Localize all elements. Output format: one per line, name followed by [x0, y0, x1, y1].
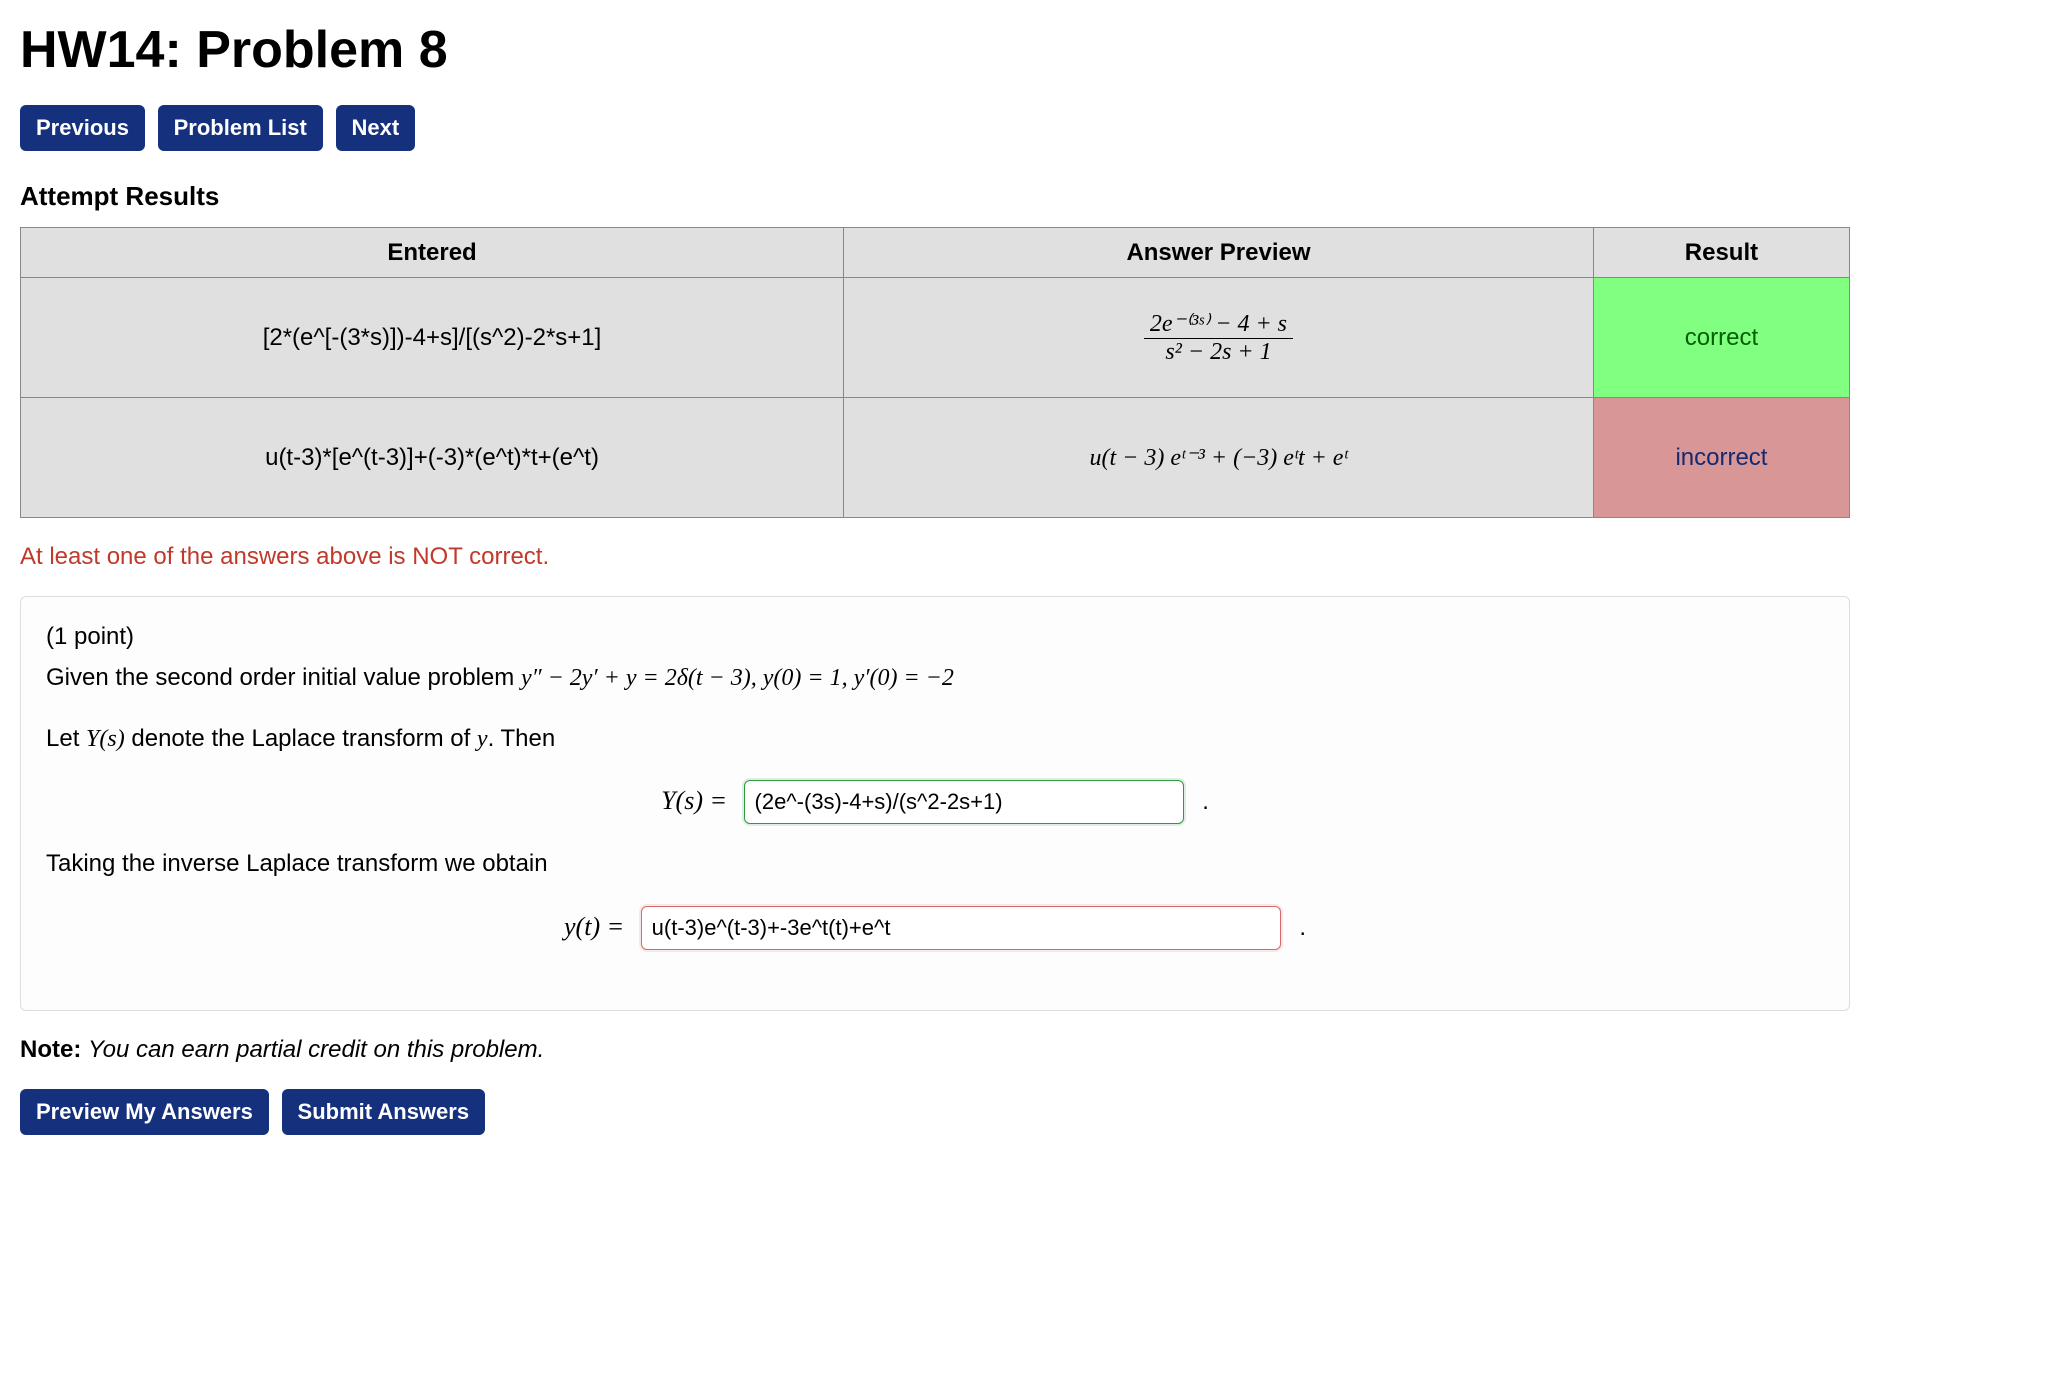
preview-cell: 2e⁻⁽³ˢ⁾ − 4 + s s² − 2s + 1: [844, 278, 1594, 398]
nav-buttons: Previous Problem List Next: [20, 105, 2026, 151]
submit-answers-button[interactable]: Submit Answers: [282, 1089, 486, 1135]
problem-line2-math-Ys: Y(s): [86, 726, 125, 752]
result-cell-incorrect: incorrect: [1593, 398, 1849, 518]
previous-button[interactable]: Previous: [20, 105, 145, 151]
col-header-entered: Entered: [21, 228, 844, 278]
problem-line2-math-y: y: [477, 726, 488, 752]
yt-input[interactable]: [641, 906, 1281, 950]
problem-line2e: . Then: [488, 725, 556, 752]
problem-line3: Taking the inverse Laplace transform we …: [46, 844, 1824, 885]
result-cell-correct: correct: [1593, 278, 1849, 398]
col-header-result: Result: [1593, 228, 1849, 278]
note-line: Note: You can earn partial credit on thi…: [20, 1036, 2026, 1064]
problem-line2a: Let: [46, 725, 86, 752]
note-bold: Note:: [20, 1036, 81, 1063]
entered-cell: [2*(e^[-(3*s)])-4+s]/[(s^2)-2*s+1]: [21, 278, 844, 398]
ys-input[interactable]: [744, 780, 1184, 824]
action-buttons: Preview My Answers Submit Answers: [20, 1089, 2026, 1135]
preview-answers-button[interactable]: Preview My Answers: [20, 1089, 269, 1135]
problem-statement: (1 point) Given the second order initial…: [20, 596, 1850, 1011]
eq2-period: .: [1299, 914, 1306, 941]
table-row: u(t-3)*[e^(t-3)]+(-3)*(e^t)*t+(e^t) u(t …: [21, 398, 1850, 518]
eq1-period: .: [1202, 788, 1209, 815]
page-title: HW14: Problem 8: [20, 20, 2026, 80]
col-header-preview: Answer Preview: [844, 228, 1594, 278]
next-button[interactable]: Next: [336, 105, 416, 151]
problem-line1-math: y″ − 2y′ + y = 2δ(t − 3), y(0) = 1, y′(0…: [521, 665, 954, 691]
preview-denominator: s² − 2s + 1: [1144, 339, 1293, 366]
problem-line1a: Given the second order initial value pro…: [46, 664, 521, 691]
problem-line2c: denote the Laplace transform of: [125, 725, 477, 752]
eq2-label: y(t) =: [564, 912, 631, 941]
warning-text: At least one of the answers above is NOT…: [20, 543, 2026, 571]
points-label: (1 point): [46, 623, 134, 650]
results-table: Entered Answer Preview Result [2*(e^[-(3…: [20, 227, 1850, 518]
preview-flat: u(t − 3) eᵗ⁻³ + (−3) eᵗt + eᵗ: [1089, 445, 1347, 471]
note-text: You can earn partial credit on this prob…: [88, 1036, 544, 1063]
table-row: [2*(e^[-(3*s)])-4+s]/[(s^2)-2*s+1] 2e⁻⁽³…: [21, 278, 1850, 398]
eq1-label: Y(s) =: [661, 786, 733, 815]
entered-cell: u(t-3)*[e^(t-3)]+(-3)*(e^t)*t+(e^t): [21, 398, 844, 518]
attempt-results-heading: Attempt Results: [20, 181, 2026, 212]
problem-list-button[interactable]: Problem List: [158, 105, 323, 151]
preview-cell: u(t − 3) eᵗ⁻³ + (−3) eᵗt + eᵗ: [844, 398, 1594, 518]
preview-numerator: 2e⁻⁽³ˢ⁾ − 4 + s: [1144, 309, 1293, 339]
